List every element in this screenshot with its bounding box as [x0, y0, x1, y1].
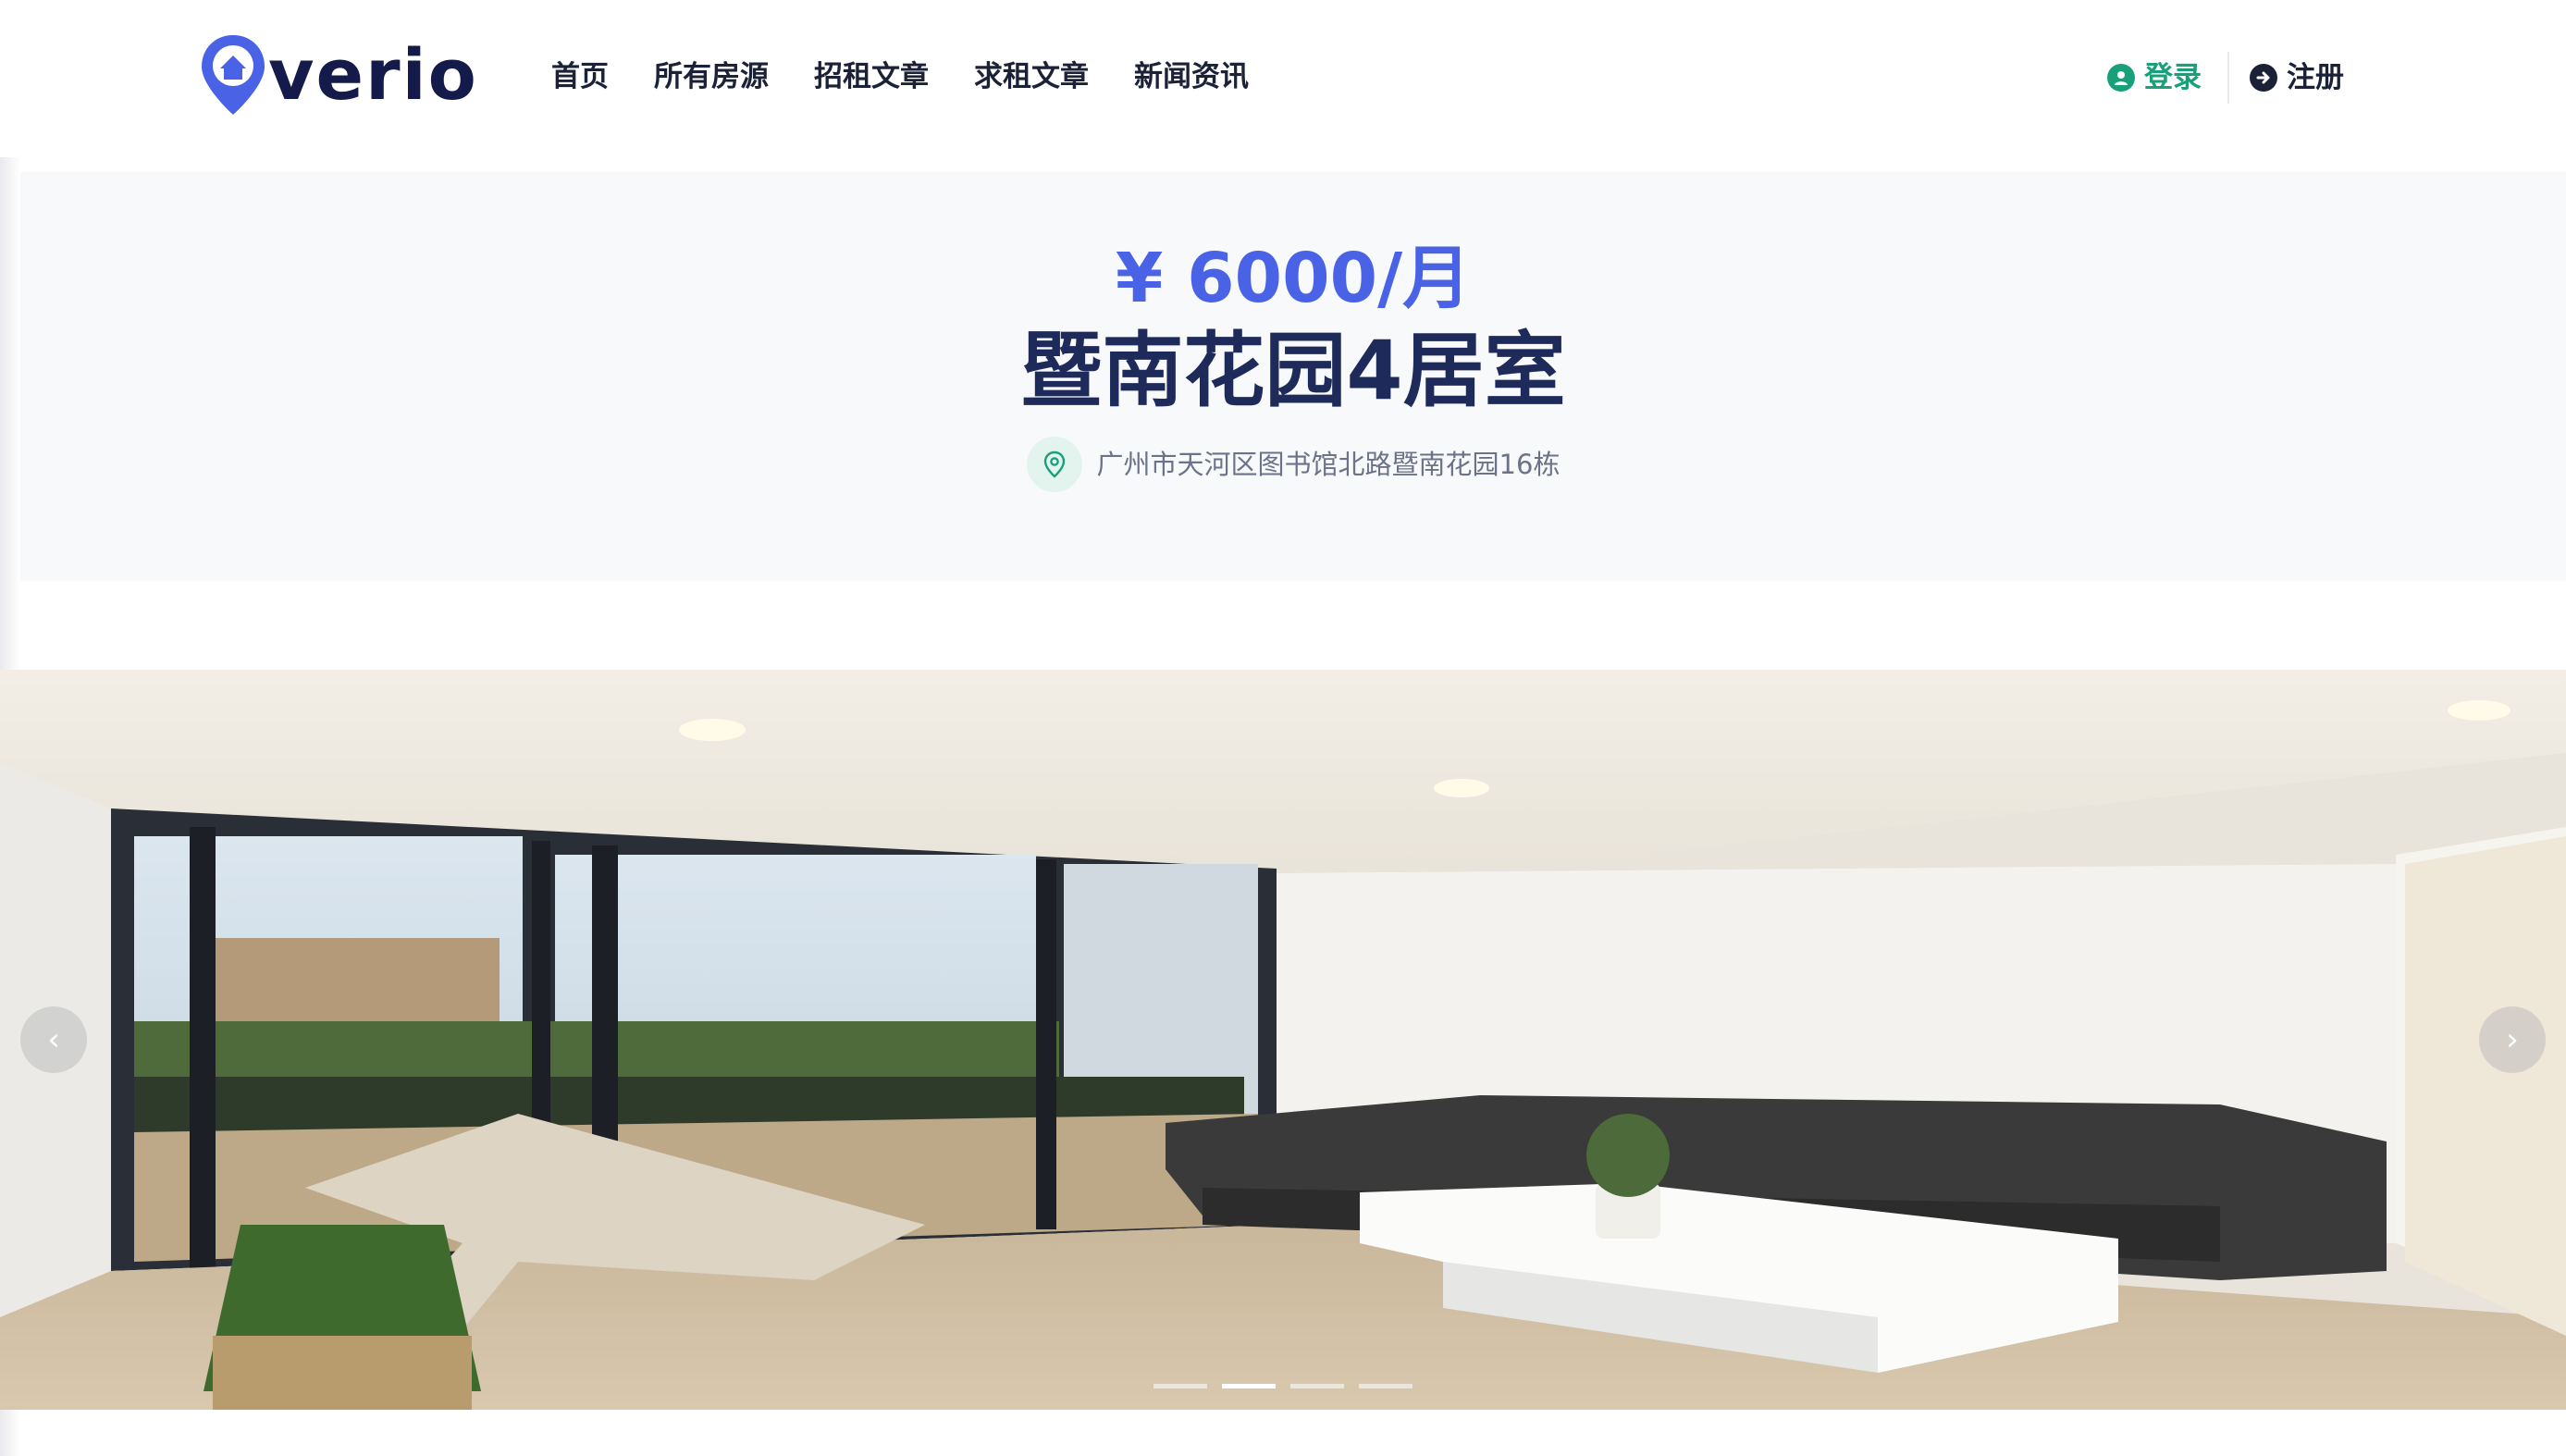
nav-item-news[interactable]: 新闻资讯: [1134, 52, 1249, 102]
logo-wordmark: verio: [268, 33, 478, 116]
photo-gallery[interactable]: ‹ ›: [0, 670, 2566, 1410]
nav-item-rental-posts[interactable]: 招租文章: [814, 52, 929, 102]
gallery-next-button[interactable]: ›: [2479, 1006, 2546, 1073]
listing-price: ¥ 6000/月: [1115, 239, 1472, 318]
home-pin-icon: [202, 35, 265, 115]
chevron-right-icon: ›: [2506, 1021, 2519, 1058]
nav-item-wanted-posts[interactable]: 求租文章: [974, 52, 1089, 102]
map-pin-icon: [1026, 437, 1082, 492]
user-circle-icon: [2107, 64, 2135, 92]
gallery-prev-button[interactable]: ‹: [20, 1006, 87, 1073]
gallery-photo: [0, 670, 2566, 1410]
listing-address: 广州市天河区图书馆北路暨南花园16栋: [20, 437, 2566, 492]
gallery-dot-2[interactable]: [1222, 1384, 1276, 1388]
auth-divider: [2227, 52, 2229, 104]
site-logo[interactable]: verio: [200, 33, 478, 117]
arrow-circle-right-icon: [2250, 64, 2277, 92]
chevron-left-icon: ‹: [47, 1021, 60, 1058]
gallery-pagination: [0, 1384, 2566, 1388]
site-header: verio 首页 所有房源 招租文章 求租文章 新闻资讯 登录 注册: [0, 0, 2566, 157]
gallery-dot-1[interactable]: [1153, 1384, 1207, 1388]
register-label: 注册: [2287, 61, 2344, 94]
gallery-dot-3[interactable]: [1290, 1384, 1344, 1388]
login-link[interactable]: 登录: [2107, 52, 2227, 104]
nav-item-home[interactable]: 首页: [551, 52, 609, 102]
listing-title: 暨南花园4居室: [1020, 323, 1566, 418]
address-text: 广州市天河区图书馆北路暨南花园16栋: [1096, 449, 1561, 480]
listing-hero: ¥ 6000/月 暨南花园4居室 广州市天河区图书馆北路暨南花园16栋: [20, 172, 2566, 581]
gallery-dot-4[interactable]: [1359, 1384, 1413, 1388]
main-nav: 首页 所有房源 招租文章 求租文章 新闻资讯: [551, 52, 1294, 102]
nav-item-all-listings[interactable]: 所有房源: [654, 52, 769, 102]
login-label: 登录: [2144, 61, 2202, 94]
register-link[interactable]: 注册: [2250, 52, 2344, 104]
auth-links: 登录 注册: [2107, 52, 2344, 104]
